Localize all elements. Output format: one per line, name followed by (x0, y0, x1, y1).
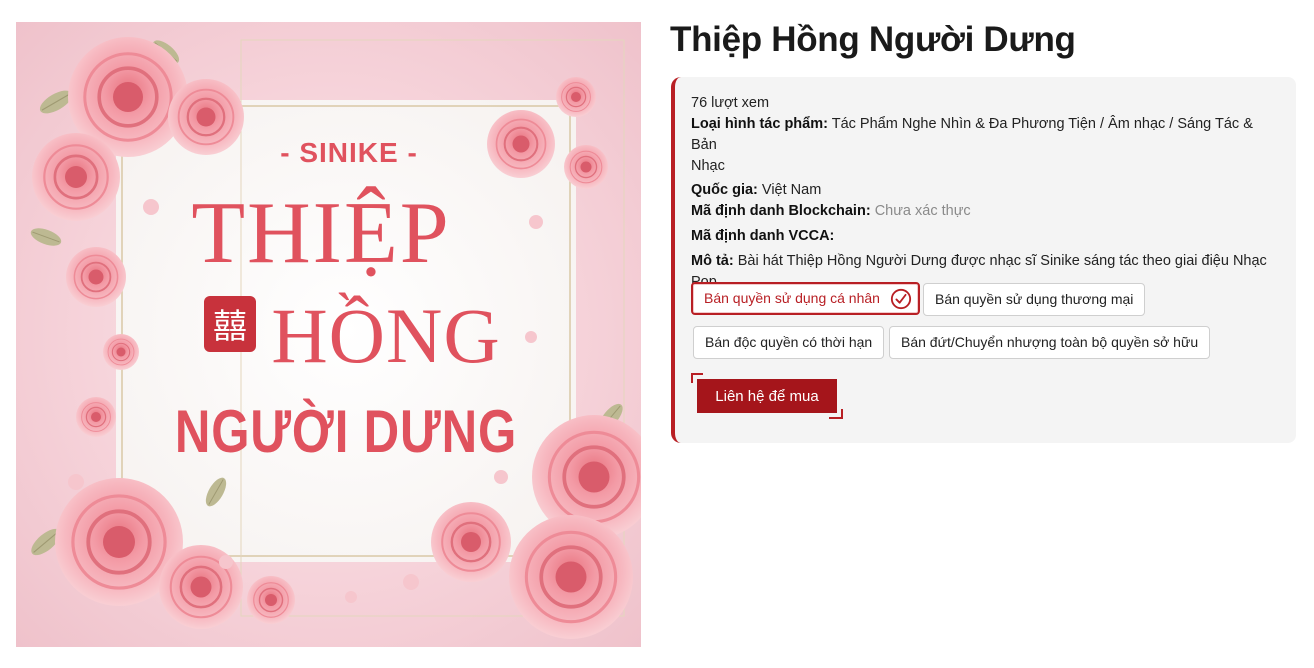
buy-button-wrapper: Liên hệ để mua (691, 373, 843, 419)
product-title: Thiệp Hồng Người Dưng (670, 20, 1076, 59)
cover-word-thiep: THIỆP (191, 185, 450, 282)
blockchain-row: Mã định danh Blockchain: Chưa xác thực (691, 201, 1282, 222)
svg-text:囍: 囍 (213, 307, 247, 347)
blockchain-value: Chưa xác thực (874, 203, 971, 219)
cover-illustration: - SINIKE - THIỆP HỒNG 囍 NGƯỜI DƯNG (16, 22, 641, 647)
work-type-label: Loại hình tác phẩm: (691, 116, 828, 132)
song-cover-image: - SINIKE - THIỆP HỒNG 囍 NGƯỜI DƯNG (16, 22, 641, 647)
vcca-row: Mã định danh VCCA: (691, 226, 1282, 247)
contact-to-buy-button[interactable]: Liên hệ để mua (697, 379, 837, 413)
product-info-panel: 76 lượt xem Loại hình tác phẩm: Tác Phẩm… (671, 77, 1296, 443)
license-option-personal[interactable]: Bán quyền sử dụng cá nhân (691, 282, 920, 315)
blockchain-label: Mã định danh Blockchain: (691, 203, 871, 219)
cover-word-nguoi-dung: NGƯỜI DƯNG (175, 397, 517, 465)
country-label: Quốc gia: (691, 182, 758, 198)
description-label: Mô tả: (691, 253, 734, 269)
license-option-exclusive-term[interactable]: Bán độc quyền có thời hạn (693, 326, 885, 359)
vcca-label: Mã định danh VCCA: (691, 228, 835, 244)
country-value: Việt Nam (761, 182, 822, 198)
work-type-value-cont: Nhạc (691, 158, 725, 174)
cover-kicker: - SINIKE - (280, 137, 418, 168)
work-type-row: Loại hình tác phẩm: Tác Phẩm Nghe Nhìn &… (691, 114, 1282, 177)
license-option-full-transfer[interactable]: Bán đứt/Chuyển nhượng toàn bộ quyền sở h… (889, 326, 1211, 359)
check-circle-icon (890, 288, 912, 309)
view-count: 76 lượt xem (691, 95, 770, 111)
double-happiness-seal-icon: 囍 (204, 296, 256, 352)
license-option-commercial[interactable]: Bán quyền sử dụng thương mại (923, 283, 1146, 316)
description-value: Bài hát Thiệp Hồng Người Dưng được nhạc … (737, 253, 1267, 269)
country-row: Quốc gia: Việt Nam (691, 180, 1282, 201)
cover-word-hong: HỒNG (271, 292, 500, 379)
